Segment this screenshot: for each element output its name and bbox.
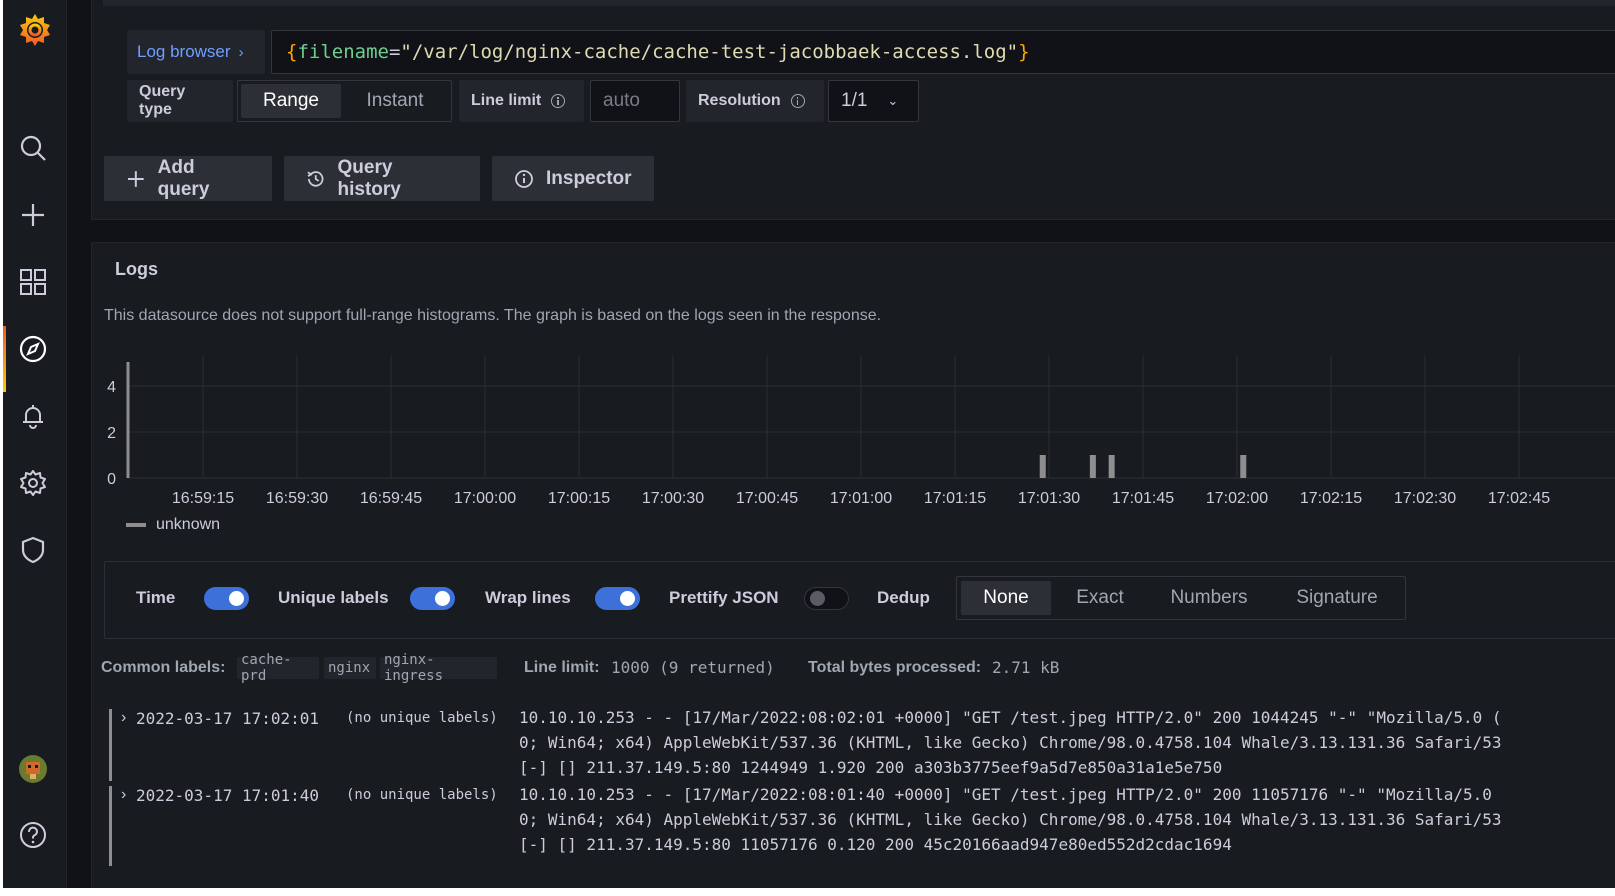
log-message-line: [-] [] 211.37.149.5:80 11057176 0.120 20… bbox=[519, 835, 1232, 854]
log-browser-button[interactable]: Log browser › bbox=[127, 30, 265, 74]
query-row-header bbox=[103, 0, 1615, 6]
dedup-radio-group: None Exact Numbers Signature bbox=[956, 576, 1406, 620]
log-message-line: 10.10.10.253 - - [17/Mar/2022:08:01:40 +… bbox=[519, 785, 1492, 804]
unique-labels-toggle[interactable] bbox=[410, 587, 455, 610]
help-icon[interactable] bbox=[15, 817, 51, 853]
dedup-option-none[interactable]: None bbox=[961, 581, 1051, 615]
log-message-line: 10.10.10.253 - - [17/Mar/2022:08:02:01 +… bbox=[519, 708, 1502, 727]
chevron-right-icon[interactable]: › bbox=[121, 786, 126, 804]
plus-icon[interactable] bbox=[15, 197, 51, 233]
query-brace-close: } bbox=[1018, 41, 1030, 63]
window-bottom-edge bbox=[0, 888, 1615, 896]
grafana-logo-icon[interactable] bbox=[3, 0, 66, 60]
log-message: 10.10.10.253 - - [17/Mar/2022:08:02:01 +… bbox=[519, 705, 1502, 780]
prettify-json-toggle[interactable] bbox=[804, 587, 849, 610]
query-type-label: Query type bbox=[127, 80, 233, 122]
info-circle-icon bbox=[515, 169, 533, 188]
info-icon[interactable] bbox=[790, 94, 805, 108]
log-message-line: 0; Win64; x64) AppleWebKit/537.36 (KHTML… bbox=[519, 810, 1502, 829]
plus-icon bbox=[127, 170, 144, 187]
common-labels-label: Common labels: bbox=[101, 659, 226, 676]
query-history-button[interactable]: Query history bbox=[284, 156, 480, 201]
log-level-bar bbox=[109, 786, 112, 866]
dedup-option-exact[interactable]: Exact bbox=[1057, 581, 1143, 615]
line-limit-meta-value: 1000 (9 returned) bbox=[611, 658, 775, 677]
log-timestamp: 2022-03-17 17:02:01 bbox=[136, 709, 320, 728]
dedup-label: Dedup bbox=[877, 588, 930, 607]
dedup-option-signature[interactable]: Signature bbox=[1273, 581, 1401, 615]
prettify-json-toggle-label: Prettify JSON bbox=[669, 588, 779, 607]
log-browser-label: Log browser bbox=[137, 42, 231, 61]
chevron-right-icon: › bbox=[238, 43, 244, 61]
inspector-button[interactable]: Inspector bbox=[492, 156, 654, 201]
query-operator: = bbox=[388, 41, 401, 63]
inspector-label: Inspector bbox=[546, 167, 632, 189]
query-type-radio-group: Range Instant bbox=[237, 80, 452, 122]
log-unique-labels: (no unique labels) bbox=[346, 710, 498, 726]
add-query-label: Add query bbox=[157, 156, 210, 200]
resolution-select[interactable]: 1/1 ⌄ bbox=[828, 80, 919, 122]
add-query-button[interactable]: Add query bbox=[104, 156, 272, 201]
bytes-processed-value: 2.71 kB bbox=[992, 658, 1060, 677]
wrap-lines-toggle[interactable] bbox=[595, 587, 640, 610]
query-brace-open: { bbox=[286, 41, 298, 63]
line-limit-text: Line limit bbox=[471, 92, 542, 109]
dedup-option-numbers[interactable]: Numbers bbox=[1153, 581, 1265, 615]
dashboards-icon[interactable] bbox=[15, 264, 51, 300]
logs-panel-title: Logs bbox=[115, 259, 158, 279]
resolution-text: Resolution bbox=[698, 92, 781, 109]
legend-label-unknown[interactable]: unknown bbox=[156, 516, 220, 534]
explore-compass-icon[interactable] bbox=[15, 331, 51, 367]
info-icon[interactable] bbox=[551, 94, 566, 108]
common-label-chip: cache-prd bbox=[237, 652, 319, 684]
log-level-bar bbox=[109, 709, 112, 781]
app-window: Log browser › { filename = "/var/log/ngi… bbox=[3, 0, 1615, 888]
line-limit-meta-label: Line limit: bbox=[524, 659, 600, 676]
search-icon[interactable] bbox=[15, 130, 51, 166]
resolution-value: 1/1 bbox=[841, 90, 868, 111]
unique-labels-toggle-label: Unique labels bbox=[278, 588, 389, 607]
log-message: 10.10.10.253 - - [17/Mar/2022:08:01:40 +… bbox=[519, 782, 1502, 857]
line-limit-label: Line limit bbox=[459, 80, 584, 122]
wrap-lines-toggle-label: Wrap lines bbox=[485, 588, 571, 607]
sidebar bbox=[3, 0, 67, 888]
query-history-label: Query history bbox=[337, 156, 401, 200]
alerting-bell-icon[interactable] bbox=[15, 398, 51, 434]
chevron-right-icon[interactable]: › bbox=[121, 709, 126, 727]
resolution-label: Resolution bbox=[686, 80, 824, 122]
log-unique-labels: (no unique labels) bbox=[346, 787, 498, 803]
histogram-note: This datasource does not support full-ra… bbox=[104, 307, 882, 324]
line-limit-input[interactable]: auto bbox=[590, 80, 680, 122]
common-label-chip: nginx-ingress bbox=[380, 652, 497, 684]
query-label-key: filename bbox=[297, 41, 389, 63]
log-message-line: 0; Win64; x64) AppleWebKit/537.36 (KHTML… bbox=[519, 733, 1502, 752]
active-indicator bbox=[3, 326, 6, 392]
legend-swatch-unknown bbox=[126, 523, 146, 527]
server-admin-shield-icon[interactable] bbox=[15, 532, 51, 568]
log-row[interactable]: › 2022-03-17 17:01:40 (no unique labels)… bbox=[109, 785, 1615, 866]
user-avatar[interactable] bbox=[15, 751, 51, 787]
configuration-gear-icon[interactable] bbox=[15, 465, 51, 501]
time-toggle-label: Time bbox=[136, 588, 176, 607]
bytes-processed-label: Total bytes processed: bbox=[808, 659, 982, 676]
history-icon bbox=[307, 170, 324, 187]
common-label-chip: nginx bbox=[324, 657, 376, 679]
log-row[interactable]: › 2022-03-17 17:02:01 (no unique labels)… bbox=[109, 708, 1615, 781]
log-timestamp: 2022-03-17 17:01:40 bbox=[136, 786, 320, 805]
log-message-line: [-] [] 211.37.149.5:80 1244949 1.920 200… bbox=[519, 758, 1223, 777]
query-label-value: "/var/log/nginx-cache/cache-test-jacobba… bbox=[400, 41, 1019, 63]
query-type-range-option[interactable]: Range bbox=[241, 84, 341, 118]
chevron-down-icon: ⌄ bbox=[887, 93, 899, 108]
query-type-instant-option[interactable]: Instant bbox=[345, 84, 445, 118]
query-input[interactable]: { filename = "/var/log/nginx-cache/cache… bbox=[271, 30, 1615, 74]
time-toggle[interactable] bbox=[204, 587, 249, 610]
